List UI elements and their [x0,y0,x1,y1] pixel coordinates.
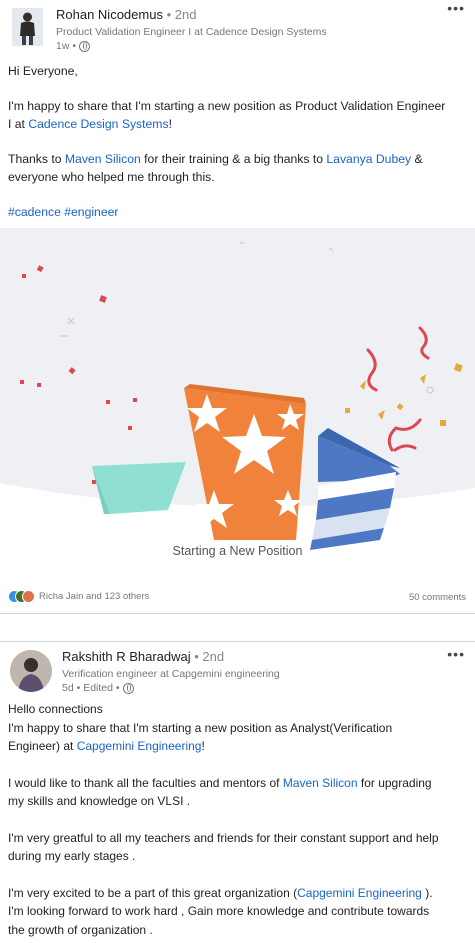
company-link[interactable]: Maven Silicon [65,152,141,166]
greeting: Hi Everyone, [8,64,78,78]
post-card-1: Rohan Nicodemus • 2nd Product Validation… [0,0,475,614]
more-options-button[interactable]: ••• [447,0,465,16]
body-line: Thanks to Maven Silicon for their traini… [8,152,423,166]
post-body: Hi Everyone, I'm happy to share that I'm… [8,62,445,221]
comments-count[interactable]: 50 comments [409,592,466,603]
author-headline: Verification engineer at Capgemini engin… [62,668,280,680]
mention-link[interactable]: Lavanya Dubey [326,152,411,166]
new-position-banner[interactable]: Starting a New Position [0,228,475,588]
reaction-icons [8,590,35,603]
body-line: I'm looking forward to work hard , Gain … [8,904,430,918]
connection-degree: • 2nd [166,7,197,22]
body-line: I would like to thank all the faculties … [8,775,432,790]
globe-icon [122,682,134,694]
author-name-line[interactable]: Rakshith R Bharadwaj • 2nd [62,649,224,664]
post-time: 1w • [56,40,77,52]
reactions-count: Richa Jain and 123 others [39,591,150,602]
reactions-summary[interactable]: Richa Jain and 123 others [8,590,149,603]
post-meta: 5d • Edited • [62,682,134,694]
post-card-2: Rakshith R Bharadwaj • 2nd Verification … [0,642,475,942]
more-options-button[interactable]: ••• [447,646,465,662]
body-line: I'm happy to share that I'm starting a n… [8,99,446,113]
body-line: Engineer) at Capgemini Engineering! [8,739,205,753]
body-line: I'm happy to share that I'm starting a n… [8,720,393,735]
company-link[interactable]: Capgemini Engineering [297,886,422,900]
author-avatar[interactable] [12,8,43,46]
body-line: my skills and knowledge on VLSI . [8,794,191,808]
post-time: 5d • Edited • [62,682,120,694]
company-link[interactable]: Cadence Design Systems [28,117,168,131]
company-link[interactable]: Capgemini Engineering [77,739,202,753]
author-name[interactable]: Rohan Nicodemus [56,7,163,22]
body-line: during my early stages . [8,849,136,863]
love-icon [22,590,35,603]
hashtags[interactable]: #cadence #engineer [8,203,445,221]
author-name[interactable]: Rakshith R Bharadwaj [62,649,191,664]
author-name-line[interactable]: Rohan Nicodemus • 2nd [56,7,196,22]
body-line: I at Cadence Design Systems! [8,117,172,131]
author-avatar[interactable] [10,650,52,692]
author-headline: Product Validation Engineer I at Cadence… [56,26,327,38]
body-line: I'm very greatful to all my teachers and… [8,830,439,845]
globe-icon [79,40,91,52]
greeting: Hello connections [8,702,103,716]
body-line: everyone who helped me through this. [8,170,215,184]
connection-degree: • 2nd [194,649,225,664]
post-meta: 1w • [56,40,91,52]
body-line: I'm very excited to be a part of this gr… [8,885,433,900]
celebration-illustration [0,228,475,588]
banner-caption: Starting a New Position [172,544,303,558]
post-body: Hello connections I'm happy to share tha… [8,700,439,939]
body-line: the growth of organization . [8,922,153,937]
company-link[interactable]: Maven Silicon [283,776,358,790]
feed-gap [0,614,475,642]
